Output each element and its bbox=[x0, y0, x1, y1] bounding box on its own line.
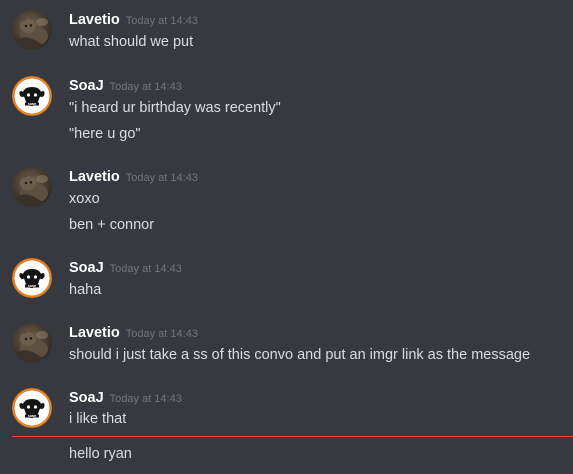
username[interactable]: SoaJ bbox=[69, 78, 104, 94]
message-header: SoaJ Today at 14:43 bbox=[69, 259, 182, 277]
username[interactable]: Lavetio bbox=[69, 12, 120, 28]
message-text: "here u go" bbox=[69, 126, 141, 142]
timestamp: Today at 14:43 bbox=[109, 393, 182, 405]
timestamp: Today at 14:43 bbox=[125, 172, 198, 184]
cat-photo-avatar-icon[interactable] bbox=[12, 323, 52, 363]
cat-photo-avatar-icon[interactable] bbox=[12, 10, 52, 50]
username[interactable]: SoaJ bbox=[69, 390, 104, 406]
message-text: ben + connor bbox=[69, 217, 155, 233]
message-header: Lavetio Today at 14:43 bbox=[69, 11, 198, 29]
message-text: i like that bbox=[69, 411, 127, 427]
message-header: Lavetio Today at 14:43 bbox=[69, 324, 198, 342]
message-header: SoaJ Today at 14:43 bbox=[69, 389, 182, 407]
ram-skull-logo-avatar-icon[interactable] bbox=[12, 76, 52, 116]
message-header: SoaJ Today at 14:43 bbox=[69, 77, 182, 95]
timestamp: Today at 14:43 bbox=[125, 328, 198, 340]
message-text: should i just take a ss of this convo an… bbox=[69, 347, 531, 363]
username[interactable]: SoaJ bbox=[69, 260, 104, 276]
ram-skull-logo-avatar-icon[interactable] bbox=[12, 258, 52, 298]
timestamp: Today at 14:43 bbox=[109, 81, 182, 93]
ram-skull-logo-avatar-icon[interactable] bbox=[12, 388, 52, 428]
timestamp: Today at 14:43 bbox=[109, 263, 182, 275]
timestamp: Today at 14:43 bbox=[125, 15, 198, 27]
message-header: Lavetio Today at 14:43 bbox=[69, 168, 198, 186]
username[interactable]: Lavetio bbox=[69, 169, 120, 185]
message-text: "i heard ur birthday was recently" bbox=[69, 100, 281, 116]
message-text: xoxo bbox=[69, 191, 100, 207]
cat-photo-avatar-icon[interactable] bbox=[12, 167, 52, 207]
new-messages-divider bbox=[12, 436, 573, 437]
message-text: hello ryan bbox=[69, 446, 132, 462]
message-text: haha bbox=[69, 282, 102, 298]
chat-messages: Lavetio Today at 14:43 what should we put… bbox=[0, 0, 573, 474]
username[interactable]: Lavetio bbox=[69, 325, 120, 341]
message-text: what should we put bbox=[69, 34, 194, 50]
